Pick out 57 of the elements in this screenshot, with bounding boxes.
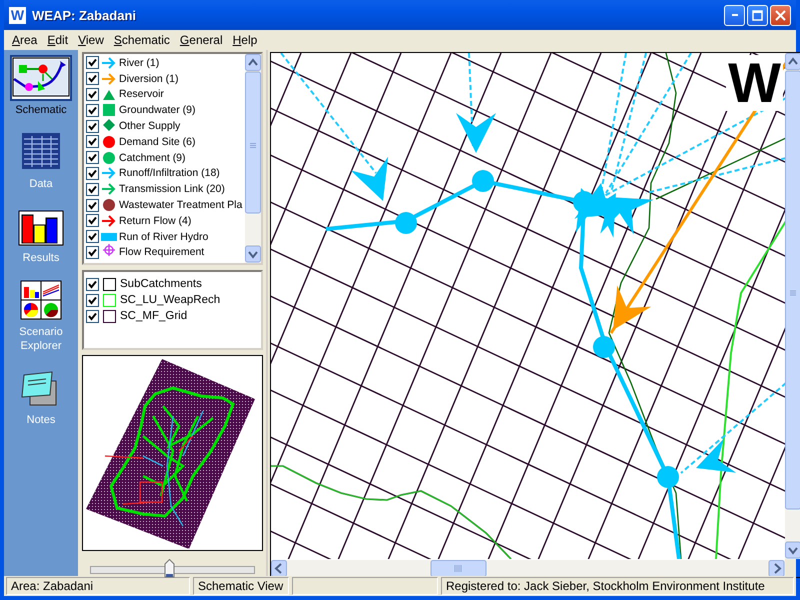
menu-item[interactable]: Area [8, 33, 44, 47]
checkbox[interactable] [86, 120, 99, 133]
checkbox[interactable] [86, 294, 99, 306]
legend-label: Transmission Link (20) [119, 183, 225, 196]
checkbox[interactable] [86, 278, 99, 290]
checkbox[interactable] [86, 88, 99, 101]
checkbox[interactable] [86, 72, 99, 86]
map-label: W [726, 55, 783, 111]
vertical-scrollbar[interactable] [245, 54, 261, 263]
status-text: Area: Zabadani [6, 577, 190, 595]
checkbox[interactable] [86, 151, 99, 164]
slider-thumb[interactable] [164, 559, 175, 578]
maximize-icon [752, 10, 763, 20]
checkbox[interactable] [86, 56, 99, 70]
legend-label: Groundwater (9) [119, 104, 196, 116]
layer-label: SC_MF_Grid [120, 310, 188, 322]
layer-label: SC_LU_WeapRech [120, 294, 220, 306]
schematic-icon [12, 57, 70, 99]
legend-label: Diversion (1) [119, 72, 179, 85]
checkbox[interactable] [86, 214, 99, 228]
legend-label: Run of River Hydro [119, 230, 208, 243]
legend-label: Reservoir [119, 88, 164, 100]
view-button[interactable]: Schematic [5, 54, 77, 122]
checkbox[interactable] [86, 246, 99, 259]
window-title: WEAP: Zabadani [32, 8, 138, 22]
menu-item[interactable]: Edit [43, 33, 74, 47]
legend-label: Flow Requirement [119, 246, 204, 258]
close-button[interactable] [770, 4, 791, 26]
close-icon [775, 10, 786, 20]
horizontal-scrollbar[interactable] [271, 560, 785, 577]
checkbox[interactable] [86, 104, 99, 117]
legend-label: Runoff/Infiltration (18) [119, 167, 220, 180]
vertical-scrollbar[interactable] [785, 53, 800, 559]
legend-label: Catchment (9) [119, 152, 186, 164]
legend-label: River (1) [119, 56, 160, 69]
legend-label: Return Flow (4) [119, 214, 192, 227]
legend-label: Wastewater Treatment Pla [119, 199, 242, 212]
status-text: Registered to: Jack Sieber, Stockholm Environment Institute [441, 577, 794, 595]
menu-item[interactable]: Schematic [110, 33, 176, 47]
checkbox[interactable] [86, 135, 99, 148]
status-text: Schematic View [193, 577, 289, 595]
menu-item[interactable]: Help [228, 33, 264, 47]
checkbox[interactable] [86, 198, 99, 212]
checkbox[interactable] [86, 230, 99, 244]
minimize-button[interactable] [724, 4, 745, 26]
legend-label: Other Supply [119, 120, 180, 132]
checkbox[interactable] [86, 166, 99, 180]
layer-label: SubCatchments [120, 278, 202, 290]
maximize-button[interactable] [747, 4, 768, 26]
minimize-icon [732, 14, 738, 16]
schematic-map-drawing[interactable] [271, 53, 785, 559]
app-logo: W [9, 6, 26, 24]
legend-label: Demand Site (6) [119, 136, 196, 148]
checkbox[interactable] [86, 310, 99, 322]
menu-item[interactable]: General [176, 33, 229, 47]
menu-item[interactable]: View [74, 33, 110, 47]
checkbox[interactable] [86, 182, 99, 196]
